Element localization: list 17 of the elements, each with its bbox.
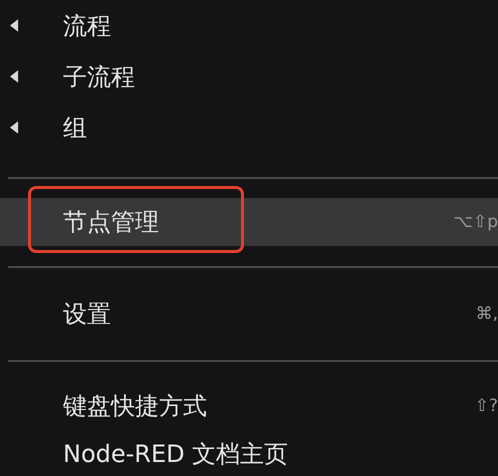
menu-item[interactable]: 节点管理 ⌥⇧p [0, 198, 498, 246]
submenu-item[interactable]: 组 [0, 102, 498, 153]
caret-icon [10, 121, 19, 134]
submenu-item[interactable]: 子流程 [0, 51, 498, 102]
menu-item-label: 节点管理 [63, 207, 159, 238]
menu-item-label: 设置 [63, 299, 111, 330]
shortcut-label: ⇧? [474, 396, 498, 416]
submenu-item[interactable]: 流程 [0, 0, 498, 51]
menu-item[interactable]: Node-RED 文档主页 [0, 430, 498, 476]
menu-item[interactable]: 设置 ⌘, [0, 290, 498, 338]
menu-item-label: Node-RED 文档主页 [63, 439, 288, 470]
menu-item-label: 键盘快捷方式 [63, 391, 207, 422]
caret-icon [10, 70, 19, 83]
menu-item[interactable]: 键盘快捷方式 ⇧? [0, 382, 498, 430]
shortcut-label: ⌥⇧p [453, 212, 498, 232]
caret-icon [10, 19, 19, 32]
shortcut-label: ⌘, [476, 304, 498, 324]
